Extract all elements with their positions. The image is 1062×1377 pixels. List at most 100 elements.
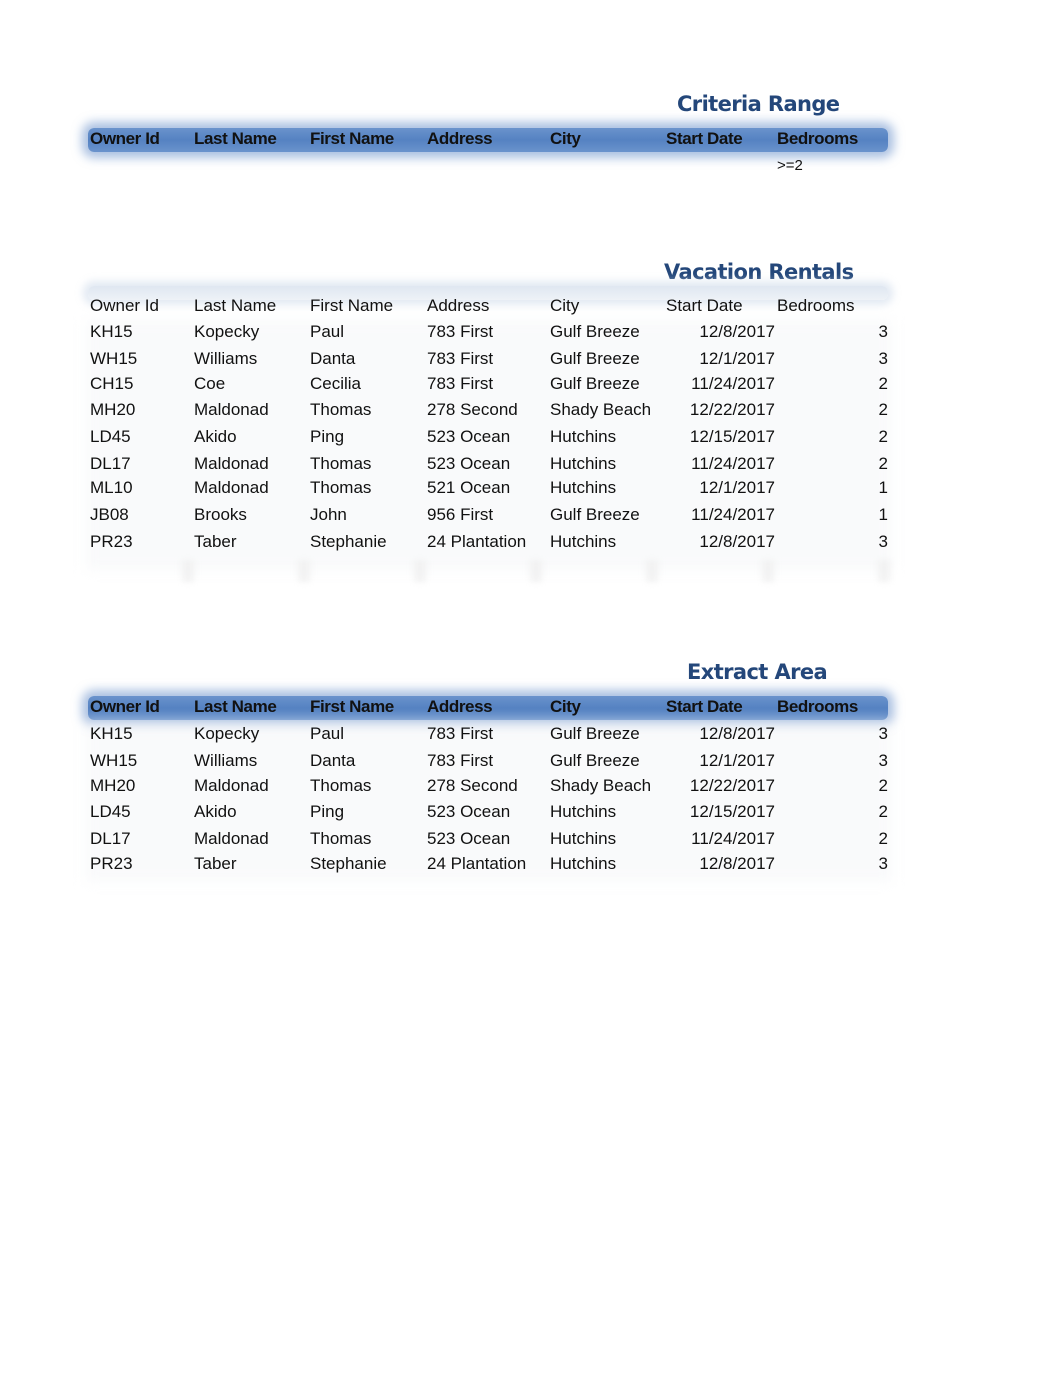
extract-cell-start-date[interactable]: 11/24/2017 <box>660 826 775 852</box>
rentals-cell-bedrooms[interactable]: 1 <box>790 502 888 528</box>
rentals-cell-first-name[interactable]: John <box>310 502 347 528</box>
criteria-header-city[interactable]: City <box>550 126 581 152</box>
rentals-header-bedrooms[interactable]: Bedrooms <box>777 293 854 319</box>
extract-cell-city[interactable]: Shady Beach <box>550 773 651 799</box>
extract-cell-owner-id[interactable]: LD45 <box>90 799 131 825</box>
extract-cell-bedrooms[interactable]: 3 <box>790 851 888 877</box>
rentals-cell-address[interactable]: 24 Plantation <box>427 529 526 555</box>
rentals-cell-owner-id[interactable]: LD45 <box>90 424 131 450</box>
extract-cell-owner-id[interactable]: MH20 <box>90 773 135 799</box>
extract-cell-start-date[interactable]: 12/1/2017 <box>660 748 775 774</box>
extract-header-address[interactable]: Address <box>427 694 493 720</box>
rentals-cell-first-name[interactable]: Thomas <box>310 475 371 501</box>
rentals-header-address[interactable]: Address <box>427 293 489 319</box>
rentals-cell-bedrooms[interactable]: 3 <box>790 529 888 555</box>
rentals-cell-first-name[interactable]: Ping <box>310 424 344 450</box>
rentals-cell-last-name[interactable]: Kopecky <box>194 319 259 345</box>
extract-cell-bedrooms[interactable]: 3 <box>790 721 888 747</box>
extract-cell-first-name[interactable]: Ping <box>310 799 344 825</box>
rentals-header-first-name[interactable]: First Name <box>310 293 393 319</box>
rentals-cell-owner-id[interactable]: CH15 <box>90 371 133 397</box>
rentals-header-last-name[interactable]: Last Name <box>194 293 276 319</box>
rentals-cell-city[interactable]: Hutchins <box>550 529 616 555</box>
rentals-cell-last-name[interactable]: Taber <box>194 529 237 555</box>
extract-cell-last-name[interactable]: Taber <box>194 851 237 877</box>
rentals-cell-last-name[interactable]: Maldonad <box>194 397 269 423</box>
extract-cell-start-date[interactable]: 12/15/2017 <box>660 799 775 825</box>
rentals-cell-first-name[interactable]: Stephanie <box>310 529 387 555</box>
extract-cell-last-name[interactable]: Kopecky <box>194 721 259 747</box>
rentals-cell-address[interactable]: 523 Ocean <box>427 451 510 477</box>
rentals-cell-start-date[interactable]: 12/8/2017 <box>660 319 775 345</box>
rentals-cell-city[interactable]: Gulf Breeze <box>550 346 640 372</box>
rentals-cell-start-date[interactable]: 12/15/2017 <box>660 424 775 450</box>
extract-cell-address[interactable]: 523 Ocean <box>427 799 510 825</box>
rentals-cell-address[interactable]: 783 First <box>427 371 493 397</box>
extract-cell-last-name[interactable]: Williams <box>194 748 257 774</box>
rentals-cell-city[interactable]: Hutchins <box>550 424 616 450</box>
rentals-cell-last-name[interactable]: Williams <box>194 346 257 372</box>
rentals-cell-last-name[interactable]: Akido <box>194 424 237 450</box>
rentals-cell-bedrooms[interactable]: 3 <box>790 346 888 372</box>
extract-header-start-date[interactable]: Start Date <box>666 694 743 720</box>
extract-cell-owner-id[interactable]: DL17 <box>90 826 131 852</box>
rentals-header-city[interactable]: City <box>550 293 579 319</box>
rentals-cell-city[interactable]: Gulf Breeze <box>550 371 640 397</box>
extract-cell-owner-id[interactable]: PR23 <box>90 851 133 877</box>
extract-cell-first-name[interactable]: Thomas <box>310 826 371 852</box>
extract-cell-last-name[interactable]: Akido <box>194 799 237 825</box>
extract-cell-city[interactable]: Hutchins <box>550 799 616 825</box>
rentals-cell-bedrooms[interactable]: 2 <box>790 397 888 423</box>
criteria-bedrooms-value[interactable]: >=2 <box>777 153 803 179</box>
rentals-cell-address[interactable]: 783 First <box>427 319 493 345</box>
rentals-cell-address[interactable]: 956 First <box>427 502 493 528</box>
rentals-cell-city[interactable]: Shady Beach <box>550 397 651 423</box>
extract-cell-city[interactable]: Gulf Breeze <box>550 721 640 747</box>
rentals-cell-address[interactable]: 278 Second <box>427 397 518 423</box>
extract-cell-city[interactable]: Gulf Breeze <box>550 748 640 774</box>
rentals-cell-bedrooms[interactable]: 2 <box>790 424 888 450</box>
rentals-cell-last-name[interactable]: Maldonad <box>194 475 269 501</box>
rentals-cell-first-name[interactable]: Thomas <box>310 451 371 477</box>
extract-cell-city[interactable]: Hutchins <box>550 826 616 852</box>
criteria-header-owner-id[interactable]: Owner Id <box>90 126 160 152</box>
rentals-cell-owner-id[interactable]: JB08 <box>90 502 129 528</box>
extract-cell-last-name[interactable]: Maldonad <box>194 773 269 799</box>
extract-header-city[interactable]: City <box>550 694 581 720</box>
extract-cell-last-name[interactable]: Maldonad <box>194 826 269 852</box>
extract-header-bedrooms[interactable]: Bedrooms <box>777 694 858 720</box>
extract-header-last-name[interactable]: Last Name <box>194 694 277 720</box>
rentals-cell-city[interactable]: Gulf Breeze <box>550 319 640 345</box>
rentals-cell-start-date[interactable]: 12/1/2017 <box>660 475 775 501</box>
rentals-cell-first-name[interactable]: Paul <box>310 319 344 345</box>
extract-cell-first-name[interactable]: Paul <box>310 721 344 747</box>
criteria-header-address[interactable]: Address <box>427 126 493 152</box>
rentals-cell-owner-id[interactable]: KH15 <box>90 319 133 345</box>
extract-cell-address[interactable]: 783 First <box>427 748 493 774</box>
rentals-cell-start-date[interactable]: 12/8/2017 <box>660 529 775 555</box>
rentals-cell-city[interactable]: Hutchins <box>550 451 616 477</box>
criteria-header-bedrooms[interactable]: Bedrooms <box>777 126 858 152</box>
rentals-cell-address[interactable]: 521 Ocean <box>427 475 510 501</box>
extract-cell-address[interactable]: 783 First <box>427 721 493 747</box>
rentals-cell-address[interactable]: 783 First <box>427 346 493 372</box>
extract-cell-start-date[interactable]: 12/22/2017 <box>660 773 775 799</box>
criteria-header-last-name[interactable]: Last Name <box>194 126 277 152</box>
extract-cell-start-date[interactable]: 12/8/2017 <box>660 851 775 877</box>
rentals-cell-start-date[interactable]: 12/22/2017 <box>660 397 775 423</box>
extract-cell-city[interactable]: Hutchins <box>550 851 616 877</box>
rentals-cell-start-date[interactable]: 12/1/2017 <box>660 346 775 372</box>
extract-cell-first-name[interactable]: Thomas <box>310 773 371 799</box>
rentals-cell-bedrooms[interactable]: 2 <box>790 371 888 397</box>
rentals-cell-owner-id[interactable]: DL17 <box>90 451 131 477</box>
extract-cell-owner-id[interactable]: WH15 <box>90 748 137 774</box>
rentals-cell-start-date[interactable]: 11/24/2017 <box>660 451 775 477</box>
rentals-cell-last-name[interactable]: Maldonad <box>194 451 269 477</box>
rentals-cell-first-name[interactable]: Cecilia <box>310 371 361 397</box>
extract-cell-start-date[interactable]: 12/8/2017 <box>660 721 775 747</box>
rentals-cell-owner-id[interactable]: ML10 <box>90 475 133 501</box>
rentals-cell-bedrooms[interactable]: 3 <box>790 319 888 345</box>
rentals-cell-owner-id[interactable]: MH20 <box>90 397 135 423</box>
rentals-cell-city[interactable]: Hutchins <box>550 475 616 501</box>
rentals-cell-owner-id[interactable]: PR23 <box>90 529 133 555</box>
